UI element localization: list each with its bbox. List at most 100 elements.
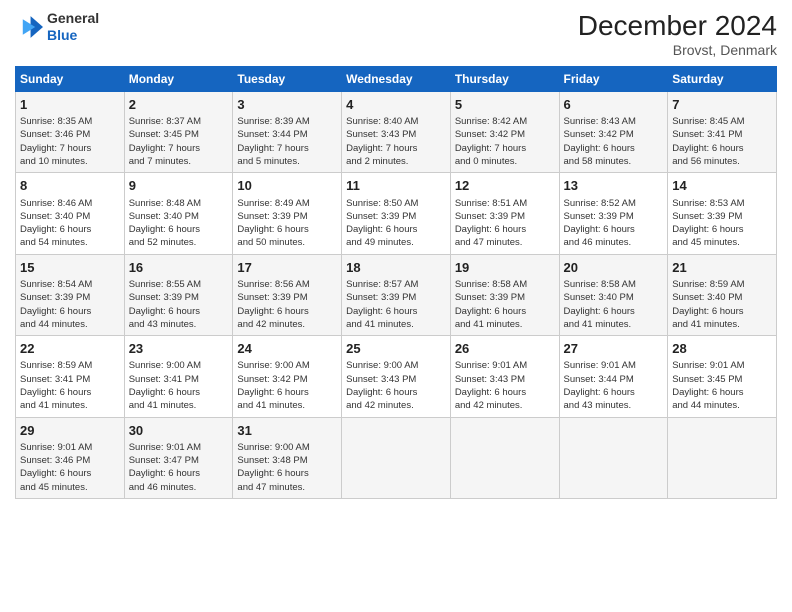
- cell-line: Daylight: 6 hours: [564, 223, 664, 236]
- cell-line: and 58 minutes.: [564, 155, 664, 168]
- cell-line: Sunrise: 9:00 AM: [237, 441, 337, 454]
- cell-line: and 47 minutes.: [455, 236, 555, 249]
- cell-line: Sunrise: 8:59 AM: [672, 278, 772, 291]
- day-number: 4: [346, 96, 446, 114]
- title-block: December 2024 Brovst, Denmark: [578, 10, 777, 58]
- cell-line: Daylight: 6 hours: [20, 305, 120, 318]
- cell-line: Sunrise: 8:58 AM: [564, 278, 664, 291]
- cell-line: Sunset: 3:40 PM: [129, 210, 229, 223]
- cell-line: Daylight: 6 hours: [20, 467, 120, 480]
- cell-week4-day3: 24Sunrise: 9:00 AMSunset: 3:42 PMDayligh…: [233, 336, 342, 417]
- cell-week3-day3: 17Sunrise: 8:56 AMSunset: 3:39 PMDayligh…: [233, 254, 342, 335]
- cell-line: and 50 minutes.: [237, 236, 337, 249]
- cell-line: Sunrise: 8:37 AM: [129, 115, 229, 128]
- cell-line: Sunset: 3:47 PM: [129, 454, 229, 467]
- cell-line: and 10 minutes.: [20, 155, 120, 168]
- cell-line: Sunset: 3:39 PM: [20, 291, 120, 304]
- cell-line: and 45 minutes.: [672, 236, 772, 249]
- cell-line: Sunrise: 8:56 AM: [237, 278, 337, 291]
- day-number: 2: [129, 96, 229, 114]
- day-number: 30: [129, 422, 229, 440]
- cell-line: Sunset: 3:41 PM: [129, 373, 229, 386]
- cell-week1-day7: 7Sunrise: 8:45 AMSunset: 3:41 PMDaylight…: [668, 92, 777, 173]
- cell-line: Sunset: 3:39 PM: [672, 210, 772, 223]
- cell-line: Sunrise: 8:53 AM: [672, 197, 772, 210]
- day-number: 24: [237, 340, 337, 358]
- cell-line: and 7 minutes.: [129, 155, 229, 168]
- day-number: 11: [346, 177, 446, 195]
- day-number: 14: [672, 177, 772, 195]
- cell-line: and 46 minutes.: [129, 481, 229, 494]
- page: General Blue December 2024 Brovst, Denma…: [0, 0, 792, 612]
- cell-line: and 56 minutes.: [672, 155, 772, 168]
- day-number: 28: [672, 340, 772, 358]
- logo-line2: Blue: [47, 27, 99, 44]
- cell-line: Daylight: 6 hours: [237, 386, 337, 399]
- day-number: 8: [20, 177, 120, 195]
- cell-line: Sunrise: 8:46 AM: [20, 197, 120, 210]
- cell-line: Sunrise: 8:59 AM: [20, 359, 120, 372]
- cell-week3-day4: 18Sunrise: 8:57 AMSunset: 3:39 PMDayligh…: [342, 254, 451, 335]
- cell-week1-day1: 1Sunrise: 8:35 AMSunset: 3:46 PMDaylight…: [16, 92, 125, 173]
- cell-week4-day4: 25Sunrise: 9:00 AMSunset: 3:43 PMDayligh…: [342, 336, 451, 417]
- week-row-5: 29Sunrise: 9:01 AMSunset: 3:46 PMDayligh…: [16, 417, 777, 498]
- cell-line: Sunset: 3:40 PM: [20, 210, 120, 223]
- logo: General Blue: [15, 10, 99, 44]
- col-header-wednesday: Wednesday: [342, 67, 451, 92]
- cell-line: Daylight: 6 hours: [564, 305, 664, 318]
- cell-line: and 5 minutes.: [237, 155, 337, 168]
- cell-week5-day1: 29Sunrise: 9:01 AMSunset: 3:46 PMDayligh…: [16, 417, 125, 498]
- cell-line: Daylight: 6 hours: [346, 223, 446, 236]
- cell-line: Sunrise: 8:35 AM: [20, 115, 120, 128]
- cell-line: Daylight: 6 hours: [672, 142, 772, 155]
- cell-line: Daylight: 7 hours: [455, 142, 555, 155]
- day-number: 20: [564, 259, 664, 277]
- cell-line: and 41 minutes.: [346, 318, 446, 331]
- col-header-thursday: Thursday: [450, 67, 559, 92]
- day-number: 9: [129, 177, 229, 195]
- day-number: 31: [237, 422, 337, 440]
- cell-line: Daylight: 6 hours: [129, 305, 229, 318]
- day-number: 3: [237, 96, 337, 114]
- day-number: 10: [237, 177, 337, 195]
- cell-week4-day6: 27Sunrise: 9:01 AMSunset: 3:44 PMDayligh…: [559, 336, 668, 417]
- cell-week3-day2: 16Sunrise: 8:55 AMSunset: 3:39 PMDayligh…: [124, 254, 233, 335]
- cell-line: Daylight: 6 hours: [455, 386, 555, 399]
- cell-line: Sunset: 3:42 PM: [564, 128, 664, 141]
- day-number: 6: [564, 96, 664, 114]
- day-number: 12: [455, 177, 555, 195]
- cell-line: Daylight: 6 hours: [129, 467, 229, 480]
- cell-line: Sunrise: 8:57 AM: [346, 278, 446, 291]
- cell-line: Sunset: 3:40 PM: [672, 291, 772, 304]
- cell-line: and 46 minutes.: [564, 236, 664, 249]
- cell-line: Sunrise: 8:58 AM: [455, 278, 555, 291]
- cell-line: Sunrise: 9:00 AM: [346, 359, 446, 372]
- cell-line: Sunset: 3:39 PM: [564, 210, 664, 223]
- cell-line: Sunrise: 8:42 AM: [455, 115, 555, 128]
- cell-line: Sunrise: 9:00 AM: [237, 359, 337, 372]
- cell-line: Daylight: 7 hours: [129, 142, 229, 155]
- col-header-sunday: Sunday: [16, 67, 125, 92]
- day-number: 17: [237, 259, 337, 277]
- cell-line: and 43 minutes.: [564, 399, 664, 412]
- cell-line: Sunrise: 9:01 AM: [672, 359, 772, 372]
- week-row-3: 15Sunrise: 8:54 AMSunset: 3:39 PMDayligh…: [16, 254, 777, 335]
- cell-line: Sunset: 3:43 PM: [346, 373, 446, 386]
- cell-line: Sunset: 3:39 PM: [237, 291, 337, 304]
- cell-line: Sunrise: 9:01 AM: [20, 441, 120, 454]
- cell-line: Sunset: 3:42 PM: [455, 128, 555, 141]
- cell-line: Sunset: 3:46 PM: [20, 128, 120, 141]
- cell-line: Sunset: 3:39 PM: [455, 210, 555, 223]
- col-header-tuesday: Tuesday: [233, 67, 342, 92]
- cell-line: Daylight: 6 hours: [237, 305, 337, 318]
- cell-line: Sunrise: 9:01 AM: [564, 359, 664, 372]
- cell-week2-day6: 13Sunrise: 8:52 AMSunset: 3:39 PMDayligh…: [559, 173, 668, 254]
- cell-line: Sunset: 3:39 PM: [129, 291, 229, 304]
- main-title: December 2024: [578, 10, 777, 42]
- cell-line: Sunrise: 8:54 AM: [20, 278, 120, 291]
- week-row-4: 22Sunrise: 8:59 AMSunset: 3:41 PMDayligh…: [16, 336, 777, 417]
- cell-line: Daylight: 6 hours: [20, 386, 120, 399]
- cell-week2-day5: 12Sunrise: 8:51 AMSunset: 3:39 PMDayligh…: [450, 173, 559, 254]
- cell-line: Daylight: 6 hours: [346, 305, 446, 318]
- cell-line: and 52 minutes.: [129, 236, 229, 249]
